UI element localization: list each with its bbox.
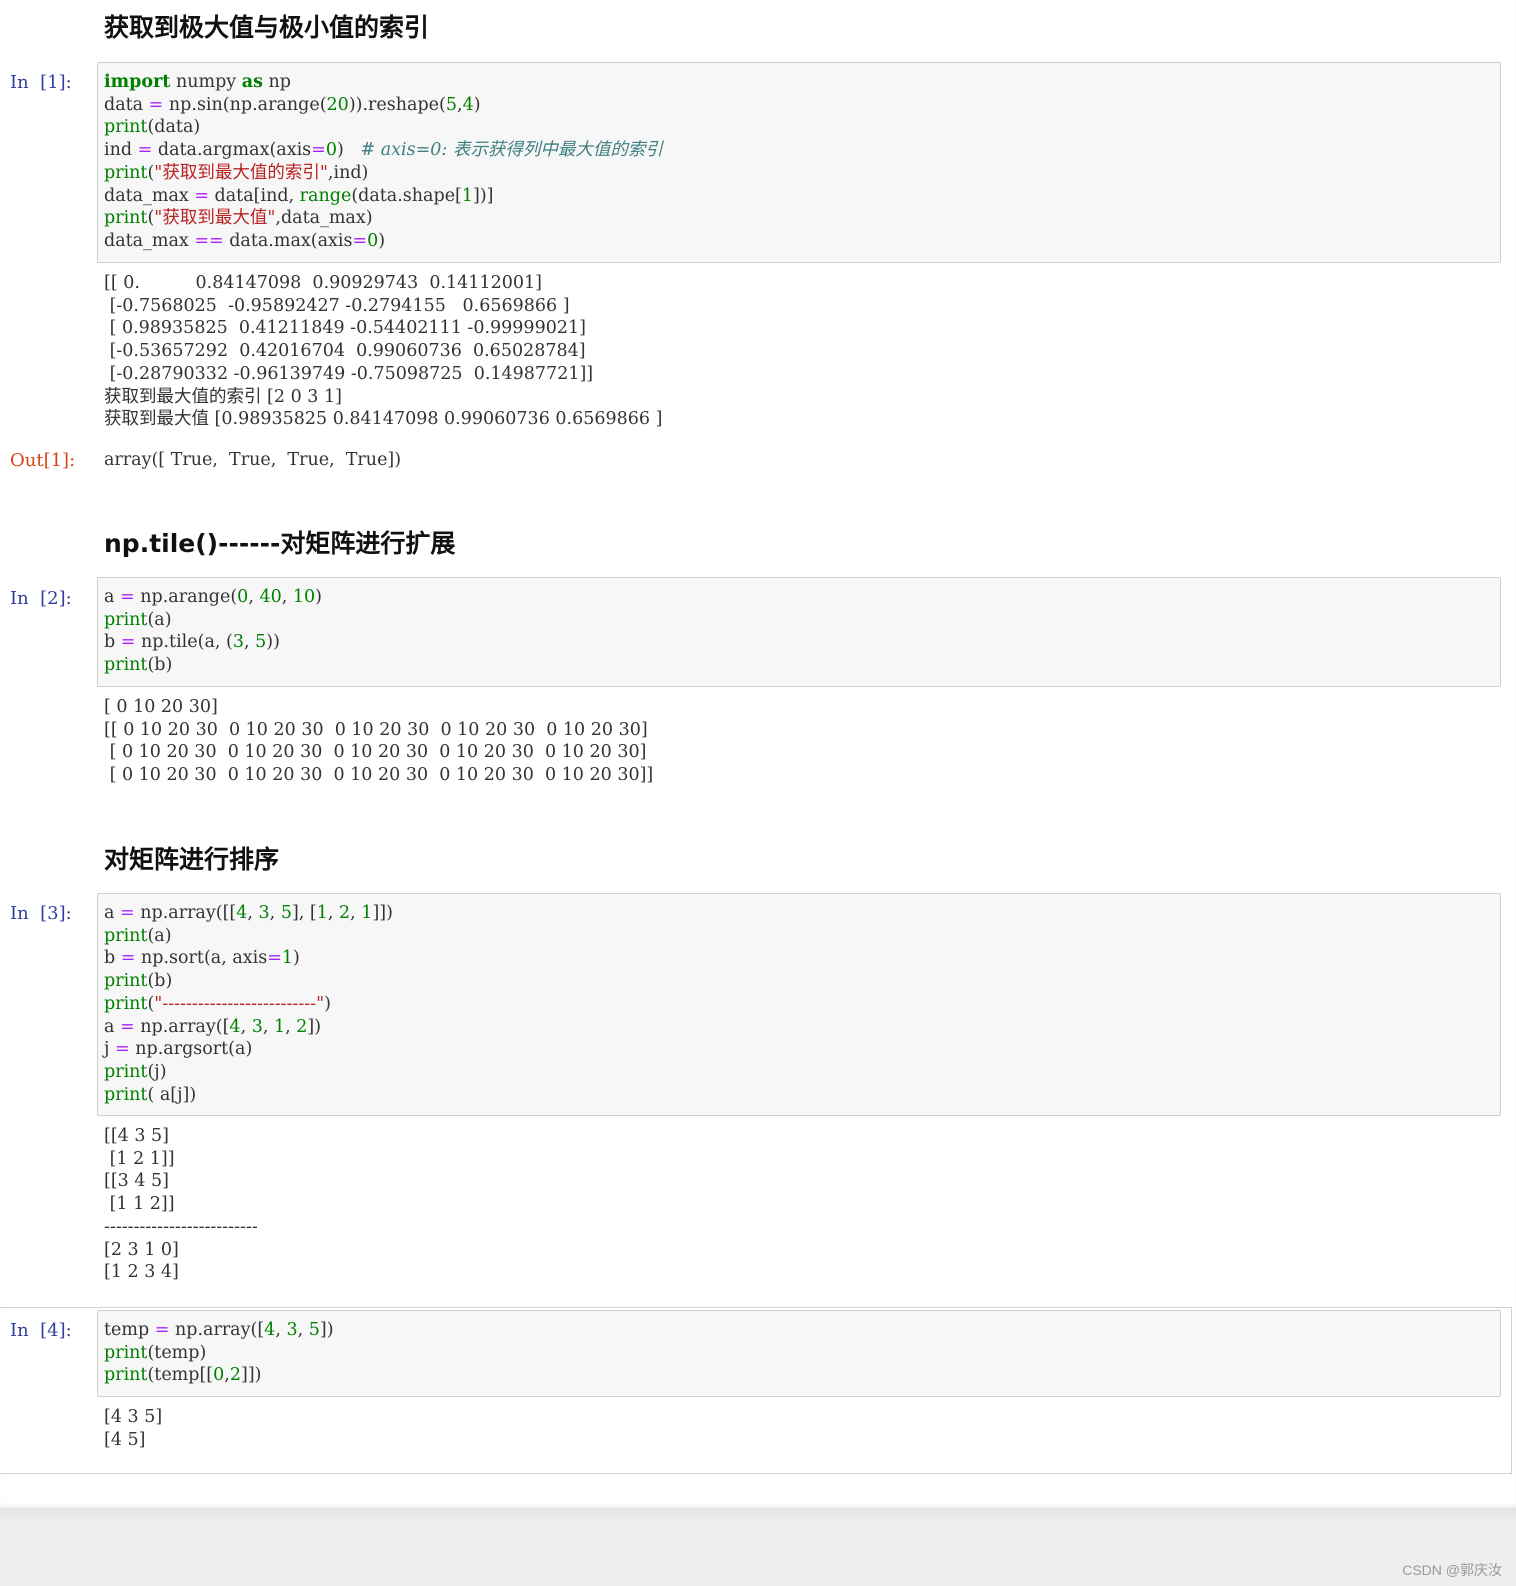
cell-result: array([ True, True, True, True]) [104, 450, 402, 470]
code-line: a = np.array([[4, 3, 5], [1, 2, 1]]) [104, 903, 393, 923]
code-line: data_max == data.max(axis=0) [104, 230, 386, 251]
code-line: ind = data.argmax(axis=0) # axis=0: 表示获得… [104, 140, 663, 161]
markdown-heading: 获取到极大值与极小值的索引 [104, 13, 430, 42]
code-line: print(temp) [104, 1342, 207, 1363]
code-line: print(data) [104, 117, 201, 138]
code-line: temp = np.array([4, 3, 5]) [104, 1320, 334, 1340]
code-line: print("获取到最大值的索引",ind) [104, 162, 369, 183]
watermark: CSDN @郭庆汝 [1402, 1562, 1502, 1578]
code-line: import numpy as np [104, 72, 291, 92]
code-editor[interactable]: import numpy as np data = np.sin(np.aran… [104, 71, 663, 253]
code-line: print("--------------------------") [104, 993, 331, 1014]
cell-stdout: [[4 3 5] [1 2 1]] [[3 4 5] [1 1 2]] ----… [104, 1126, 258, 1283]
code-line: print( a[j]) [104, 1084, 197, 1105]
output-prompt: Out[1]: [10, 450, 76, 471]
code-cell-input[interactable]: import numpy as np data = np.sin(np.aran… [97, 62, 1501, 263]
cell-stdout: [ 0 10 20 30] [[ 0 10 20 30 0 10 20 30 0… [104, 697, 654, 786]
code-line: data = np.sin(np.arange(20)).reshape(5,4… [104, 94, 481, 115]
code-line: a = np.arange(0, 40, 10) [104, 587, 322, 607]
markdown-heading: 对矩阵进行排序 [104, 845, 280, 874]
code-line: print(temp[[0,2]]) [104, 1365, 262, 1386]
code-cell-input[interactable]: a = np.array([[4, 3, 5], [1, 2, 1]]) pri… [97, 893, 1501, 1116]
code-line: a = np.array([4, 3, 1, 2]) [104, 1016, 322, 1037]
code-cell-input[interactable]: a = np.arange(0, 40, 10) print(a) b = np… [97, 577, 1501, 687]
cell-stdout: [[ 0. 0.84147098 0.90929743 0.14112001] … [104, 273, 663, 430]
code-line: print(b) [104, 655, 173, 676]
code-line: print(a) [104, 609, 172, 630]
code-line: print(b) [104, 971, 173, 992]
cell-stdout: [4 3 5] [4 5] [104, 1407, 163, 1450]
code-editor[interactable]: a = np.arange(0, 40, 10) print(a) b = np… [104, 586, 322, 677]
notebook-page: 获取到极大值与极小值的索引 In [1]: import numpy as np… [0, 0, 1516, 1510]
input-prompt: In [1]: [10, 72, 72, 93]
input-prompt: In [4]: [10, 1320, 72, 1341]
code-line: print(j) [104, 1061, 167, 1082]
code-line: print(a) [104, 925, 172, 946]
code-line: b = np.sort(a, axis=1) [104, 948, 300, 969]
page-footer-area [0, 1510, 1516, 1586]
input-prompt: In [3]: [10, 903, 72, 924]
code-cell-input[interactable]: temp = np.array([4, 3, 5]) print(temp) p… [97, 1310, 1501, 1397]
code-editor[interactable]: a = np.array([[4, 3, 5], [1, 2, 1]]) pri… [104, 902, 393, 1106]
code-line: b = np.tile(a, (3, 5)) [104, 632, 280, 653]
input-prompt: In [2]: [10, 588, 72, 609]
code-line: print("获取到最大值",data_max) [104, 208, 373, 229]
markdown-heading: np.tile()------对矩阵进行扩展 [104, 529, 456, 558]
code-editor[interactable]: temp = np.array([4, 3, 5]) print(temp) p… [104, 1319, 334, 1387]
code-line: j = np.argsort(a) [104, 1039, 253, 1060]
code-line: data_max = data[ind, range(data.shape[1]… [104, 185, 494, 206]
